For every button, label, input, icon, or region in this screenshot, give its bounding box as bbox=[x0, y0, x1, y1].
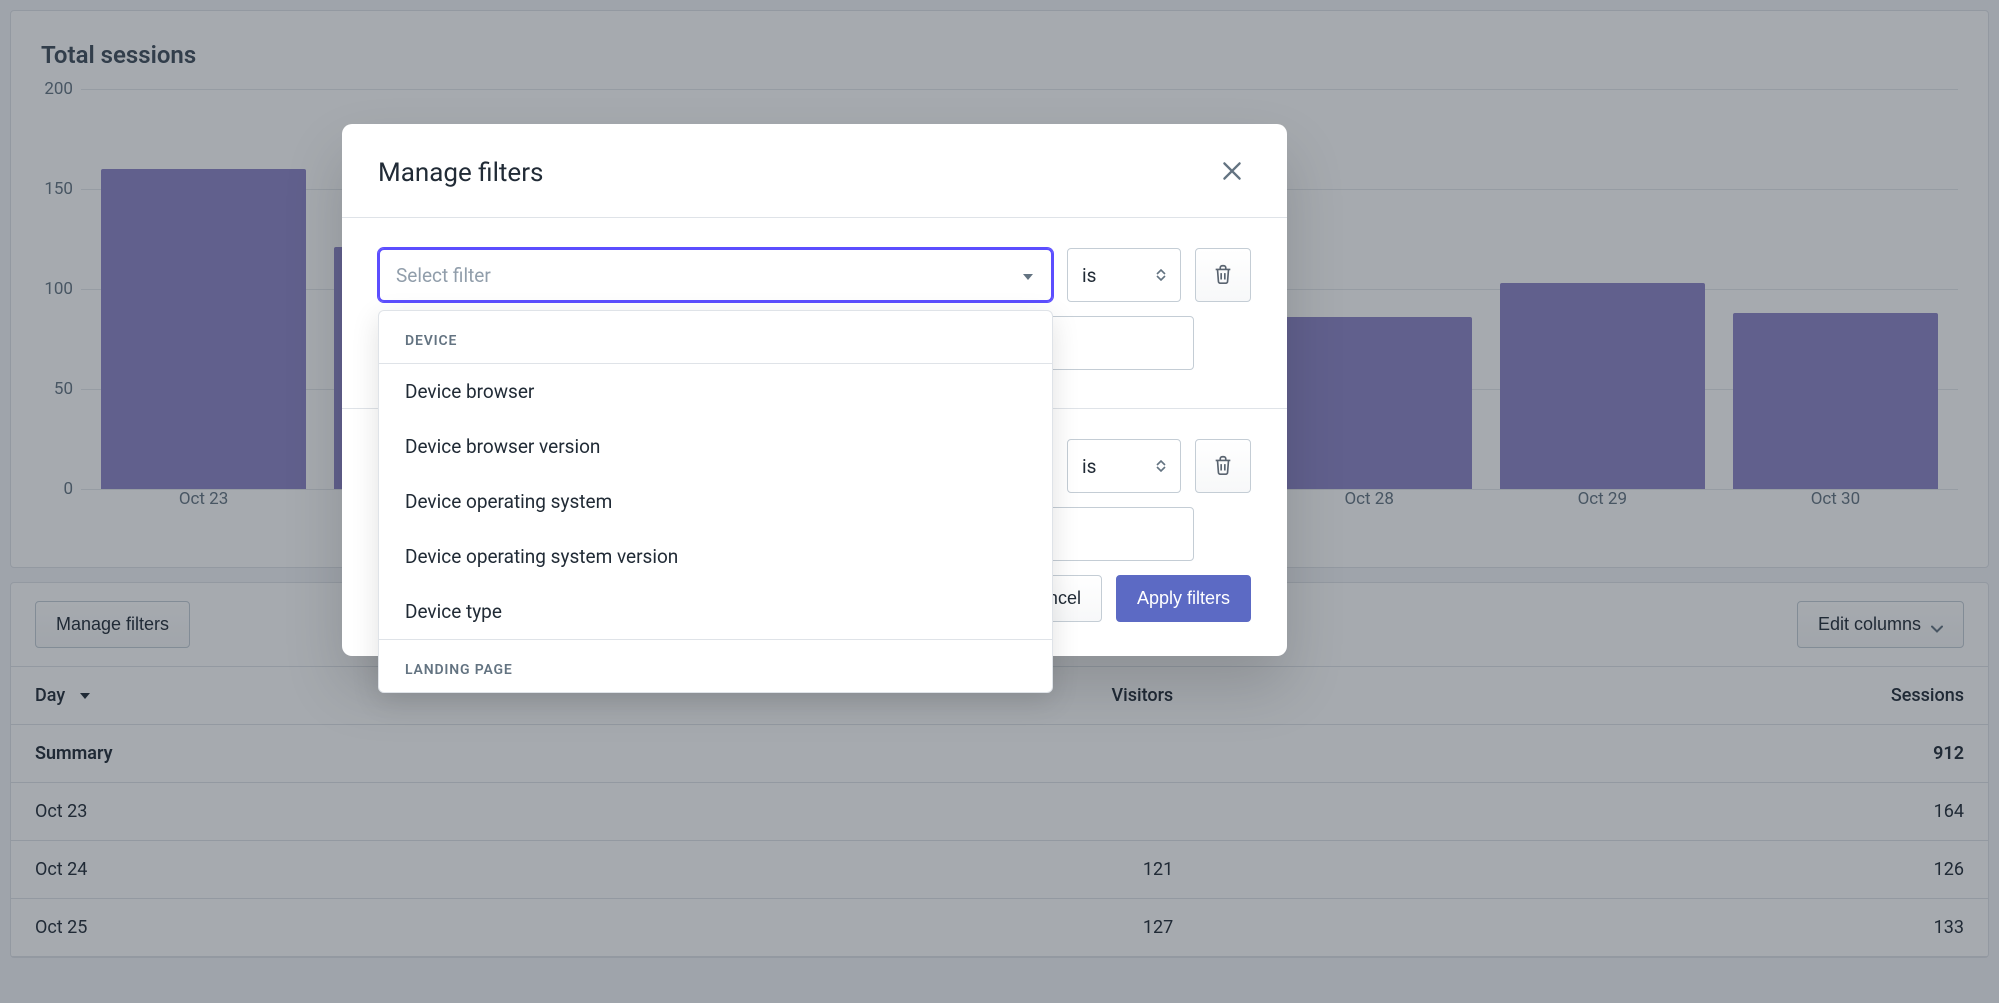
table-summary-row: Summary 912 bbox=[11, 725, 1988, 783]
cell-day: Oct 23 bbox=[11, 783, 406, 841]
apply-filters-button[interactable]: Apply filters bbox=[1116, 575, 1251, 622]
apply-filters-label: Apply filters bbox=[1137, 588, 1230, 609]
manage-filters-button[interactable]: Manage filters bbox=[35, 601, 190, 648]
combobox-placeholder: Select filter bbox=[396, 264, 491, 287]
stepper-icon bbox=[1156, 269, 1166, 281]
sort-descending-icon bbox=[78, 685, 92, 706]
filter-operator-select[interactable]: is bbox=[1067, 248, 1181, 302]
dropdown-group-device: DEVICE bbox=[379, 311, 1052, 364]
x-axis-label: Oct 29 bbox=[1500, 489, 1705, 519]
edit-columns-button[interactable]: Edit columns bbox=[1797, 601, 1964, 648]
dropdown-item-device-os-version[interactable]: Device operating system version bbox=[379, 529, 1052, 584]
filter-field-combobox[interactable]: Select filter DEVICE Device browser Devi… bbox=[378, 248, 1053, 302]
dropdown-item-device-browser[interactable]: Device browser bbox=[379, 364, 1052, 419]
y-axis-tick: 100 bbox=[41, 279, 73, 299]
cell-visitors bbox=[406, 783, 1197, 841]
cell-day: Oct 25 bbox=[11, 899, 406, 957]
operator-value: is bbox=[1082, 455, 1096, 478]
filter-operator-select[interactable]: is bbox=[1067, 439, 1181, 493]
y-axis-tick: 50 bbox=[41, 379, 73, 399]
delete-filter-button[interactable] bbox=[1195, 439, 1251, 493]
summary-label: Summary bbox=[11, 725, 406, 783]
stepper-icon bbox=[1156, 460, 1166, 472]
chart-bar bbox=[1500, 283, 1705, 489]
trash-icon bbox=[1212, 454, 1234, 479]
x-axis-label: Oct 28 bbox=[1267, 489, 1472, 519]
cell-sessions: 133 bbox=[1197, 899, 1988, 957]
table-row: Oct 23 164 bbox=[11, 783, 1988, 841]
table-row: Oct 25 127 133 bbox=[11, 899, 1988, 957]
dropdown-item-device-os[interactable]: Device operating system bbox=[379, 474, 1052, 529]
modal-title: Manage filters bbox=[378, 158, 543, 188]
cell-day: Oct 24 bbox=[11, 841, 406, 899]
chart-bar bbox=[1267, 317, 1472, 489]
y-axis-tick: 150 bbox=[41, 179, 73, 199]
cell-sessions: 126 bbox=[1197, 841, 1988, 899]
column-header-day[interactable]: Day bbox=[11, 667, 406, 725]
summary-sessions: 912 bbox=[1197, 725, 1988, 783]
filter-field-dropdown: DEVICE Device browser Device browser ver… bbox=[378, 310, 1053, 693]
x-axis-label: Oct 23 bbox=[101, 489, 306, 519]
manage-filters-modal: Manage filters Select filter DEVICE Devi… bbox=[342, 124, 1287, 656]
edit-columns-label: Edit columns bbox=[1818, 614, 1921, 635]
chart-bar bbox=[1733, 313, 1938, 489]
delete-filter-button[interactable] bbox=[1195, 248, 1251, 302]
cell-visitors: 121 bbox=[406, 841, 1197, 899]
chart-bar bbox=[101, 169, 306, 489]
dropdown-group-landing-page: LANDING PAGE bbox=[379, 639, 1052, 692]
column-header-sessions[interactable]: Sessions bbox=[1197, 667, 1988, 725]
chevron-down-icon bbox=[1021, 264, 1035, 287]
cell-sessions: 164 bbox=[1197, 783, 1988, 841]
dropdown-item-device-type[interactable]: Device type bbox=[379, 584, 1052, 639]
chart-title: Total sessions bbox=[41, 41, 1958, 69]
close-icon bbox=[1219, 172, 1245, 187]
column-header-day-label: Day bbox=[35, 685, 65, 706]
close-button[interactable] bbox=[1213, 152, 1251, 193]
cell-visitors: 127 bbox=[406, 899, 1197, 957]
summary-visitors bbox=[406, 725, 1197, 783]
dropdown-item-device-browser-version[interactable]: Device browser version bbox=[379, 419, 1052, 474]
table-row: Oct 24 121 126 bbox=[11, 841, 1988, 899]
operator-value: is bbox=[1082, 264, 1096, 287]
chevron-down-icon bbox=[1931, 619, 1943, 631]
y-axis-tick: 200 bbox=[41, 79, 73, 99]
x-axis-label: Oct 30 bbox=[1733, 489, 1938, 519]
y-axis-tick: 0 bbox=[41, 479, 73, 499]
trash-icon bbox=[1212, 263, 1234, 288]
manage-filters-label: Manage filters bbox=[56, 614, 169, 635]
filter-row: Select filter DEVICE Device browser Devi… bbox=[378, 248, 1251, 302]
